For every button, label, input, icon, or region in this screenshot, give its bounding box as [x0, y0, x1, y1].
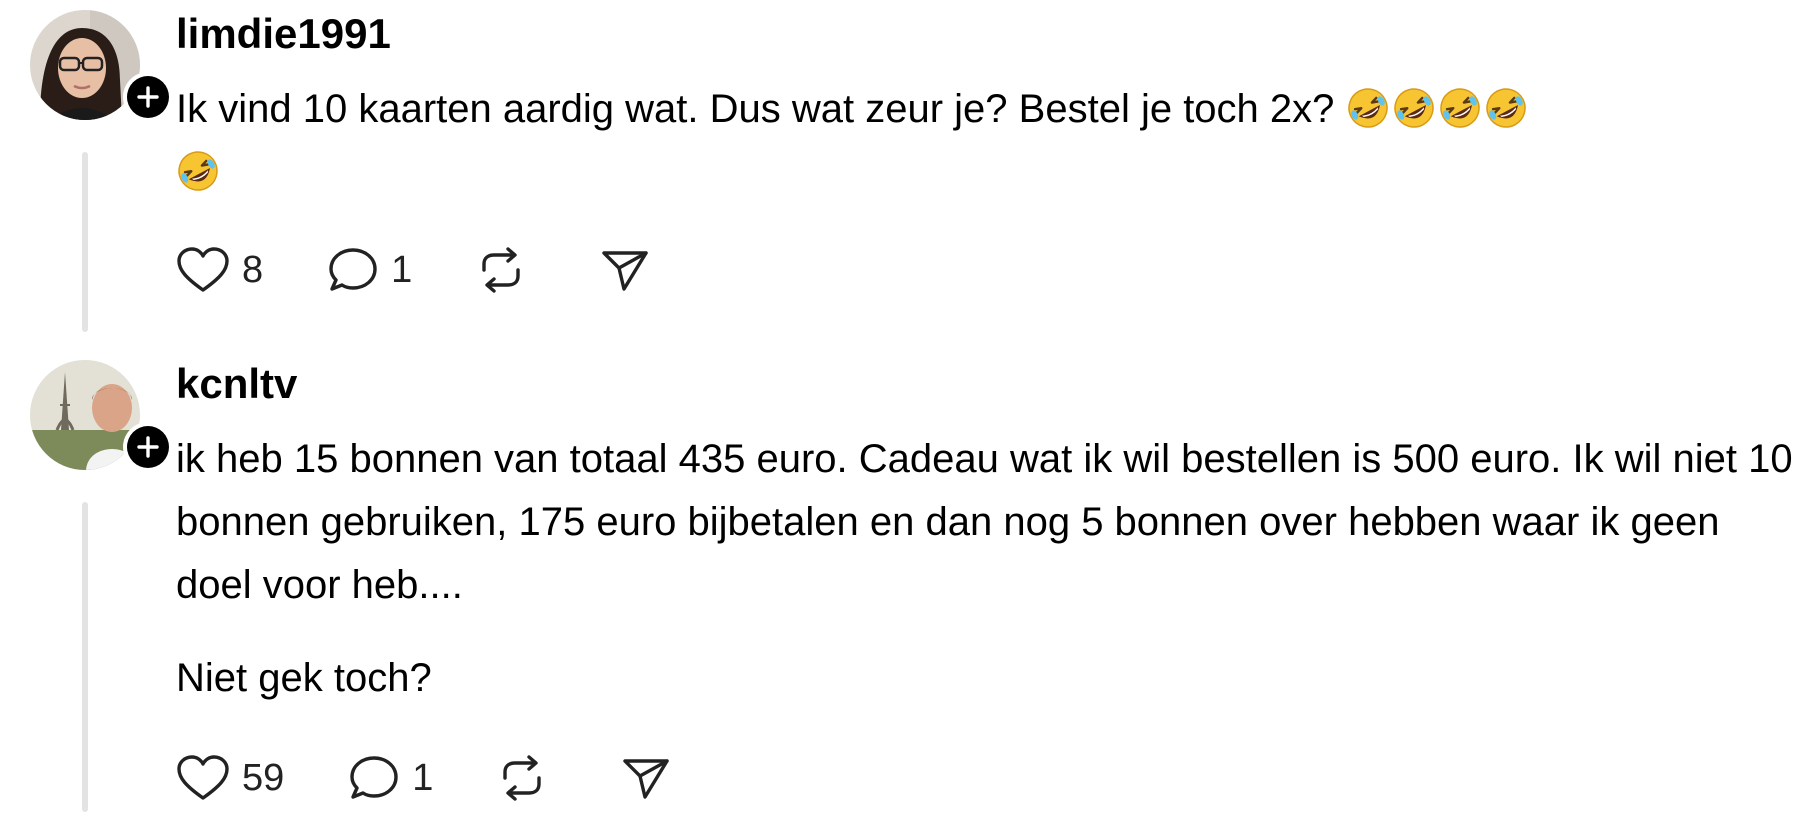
thread-post: kcnltv ik heb 15 bonnen van totaal 435 e… — [0, 350, 1818, 818]
plus-icon — [137, 86, 159, 108]
post-text: Ik vind 10 kaarten aardig wat. Dus wat z… — [176, 78, 1798, 204]
heart-icon — [177, 247, 229, 292]
post-content: kcnltv ik heb 15 bonnen van totaal 435 e… — [176, 358, 1798, 710]
username[interactable]: limdie1991 — [176, 8, 1798, 60]
post-text-body: Ik vind 10 kaarten aardig wat. Dus wat z… — [176, 87, 1346, 131]
rolling-on-floor-laughing-emoji — [1485, 88, 1526, 128]
share-icon — [602, 251, 648, 291]
repost-button[interactable] — [476, 246, 526, 294]
repost-icon — [482, 247, 520, 293]
rolling-on-floor-laughing-emoji — [1393, 88, 1434, 128]
post-text: ik heb 15 bonnen van totaal 435 euro. Ca… — [176, 437, 1804, 607]
share-button[interactable] — [621, 754, 671, 802]
comment-icon — [329, 248, 377, 291]
thread-line — [82, 152, 88, 332]
follow-button[interactable] — [123, 422, 173, 472]
repost-icon — [503, 755, 542, 801]
thread-post: limdie1991 Ik vind 10 kaarten aardig wat… — [0, 0, 1818, 340]
share-icon — [623, 759, 670, 799]
repost-button[interactable] — [497, 754, 547, 802]
reply-button[interactable]: 1 — [327, 246, 412, 294]
avatar-container — [30, 360, 173, 472]
post-content: limdie1991 Ik vind 10 kaarten aardig wat… — [176, 8, 1798, 204]
reply-count: 1 — [412, 756, 434, 799]
heart-icon — [177, 755, 229, 800]
username[interactable]: kcnltv — [176, 358, 1798, 410]
reply-count: 1 — [391, 248, 413, 291]
emoji-group — [176, 150, 222, 194]
reply-button[interactable]: 1 — [348, 754, 433, 802]
like-count: 59 — [242, 756, 285, 799]
action-bar: 8 1 — [176, 246, 714, 294]
avatar-container — [30, 10, 173, 122]
rolling-on-floor-laughing-emoji — [1347, 88, 1388, 128]
plus-icon — [137, 436, 159, 458]
like-button[interactable]: 59 — [176, 754, 284, 802]
action-bar: 59 1 — [176, 754, 735, 802]
rolling-on-floor-laughing-emoji — [178, 151, 218, 191]
comment-icon — [350, 756, 398, 799]
post-text: Niet gek toch? — [176, 656, 432, 700]
like-count: 8 — [242, 248, 264, 291]
rolling-on-floor-laughing-emoji — [1439, 88, 1480, 128]
share-button[interactable] — [600, 246, 650, 294]
thread-line — [82, 502, 88, 812]
like-button[interactable]: 8 — [176, 246, 263, 294]
emoji-group — [1346, 87, 1530, 131]
follow-button[interactable] — [123, 72, 173, 122]
